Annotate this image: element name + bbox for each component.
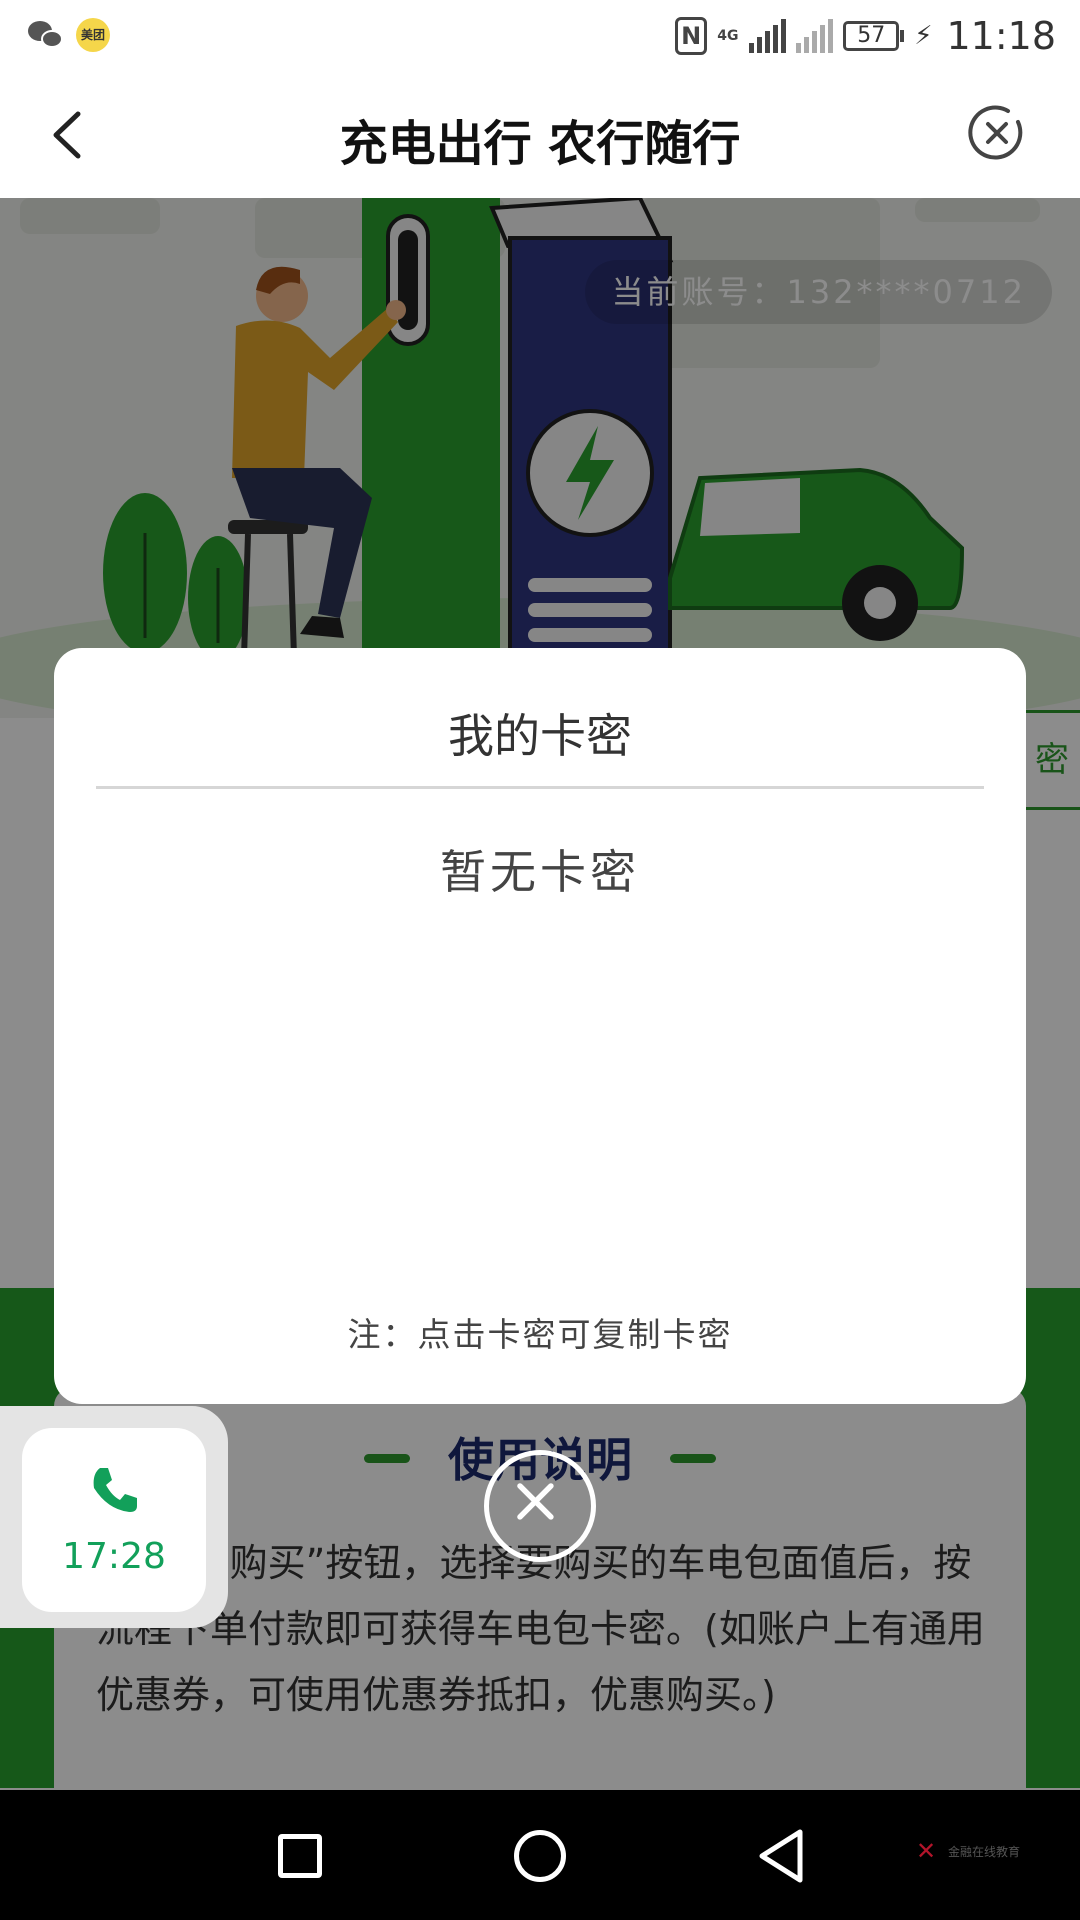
- phone-icon: [93, 1468, 137, 1512]
- home-button[interactable]: [514, 1830, 566, 1882]
- call-duration: 17:28: [62, 1536, 166, 1577]
- watermark-logo-icon: ✕: [915, 1837, 937, 1865]
- dialog-divider: [96, 786, 984, 789]
- watermark: ✕ 金融在线教育: [916, 1838, 1020, 1864]
- status-time: 11:18: [946, 14, 1056, 58]
- empty-state-text: 暂无卡密: [440, 845, 640, 899]
- charging-icon: ⚡: [914, 21, 933, 51]
- meituan-notification-icon: 美团: [76, 18, 110, 52]
- watermark-text: 金融在线教育: [947, 1844, 1020, 1859]
- title-bar: 充电出行 农行随行: [0, 72, 1080, 198]
- floating-call-widget[interactable]: 17:28: [0, 1406, 228, 1628]
- dialog-close-button[interactable]: [484, 1450, 596, 1562]
- card-key-dialog: 我的卡密 暂无卡密 注：点击卡密可复制卡密: [54, 648, 1026, 1404]
- signal-secondary-icon: [796, 19, 834, 53]
- system-navigation-bar: ✕ 金融在线教育: [0, 1790, 1080, 1920]
- back-triangle-button[interactable]: [756, 1828, 806, 1884]
- battery-level: 57: [843, 21, 900, 51]
- recent-apps-button[interactable]: [278, 1834, 322, 1878]
- battery-icon: 57: [843, 21, 905, 51]
- nfc-icon: N: [675, 17, 708, 55]
- status-bar: 美团 N 4G 57 ⚡ 11:18: [0, 0, 1080, 72]
- network-type: 4G: [717, 28, 739, 44]
- call-widget-card[interactable]: 17:28: [22, 1428, 206, 1612]
- wechat-notification-icon: [28, 19, 64, 51]
- dialog-title: 我的卡密: [448, 709, 632, 763]
- signal-icon: [749, 19, 787, 53]
- close-page-icon[interactable]: [968, 104, 1026, 162]
- page-title: 充电出行 农行随行: [339, 116, 741, 172]
- copy-hint-note: 注：点击卡密可复制卡密: [347, 1315, 733, 1354]
